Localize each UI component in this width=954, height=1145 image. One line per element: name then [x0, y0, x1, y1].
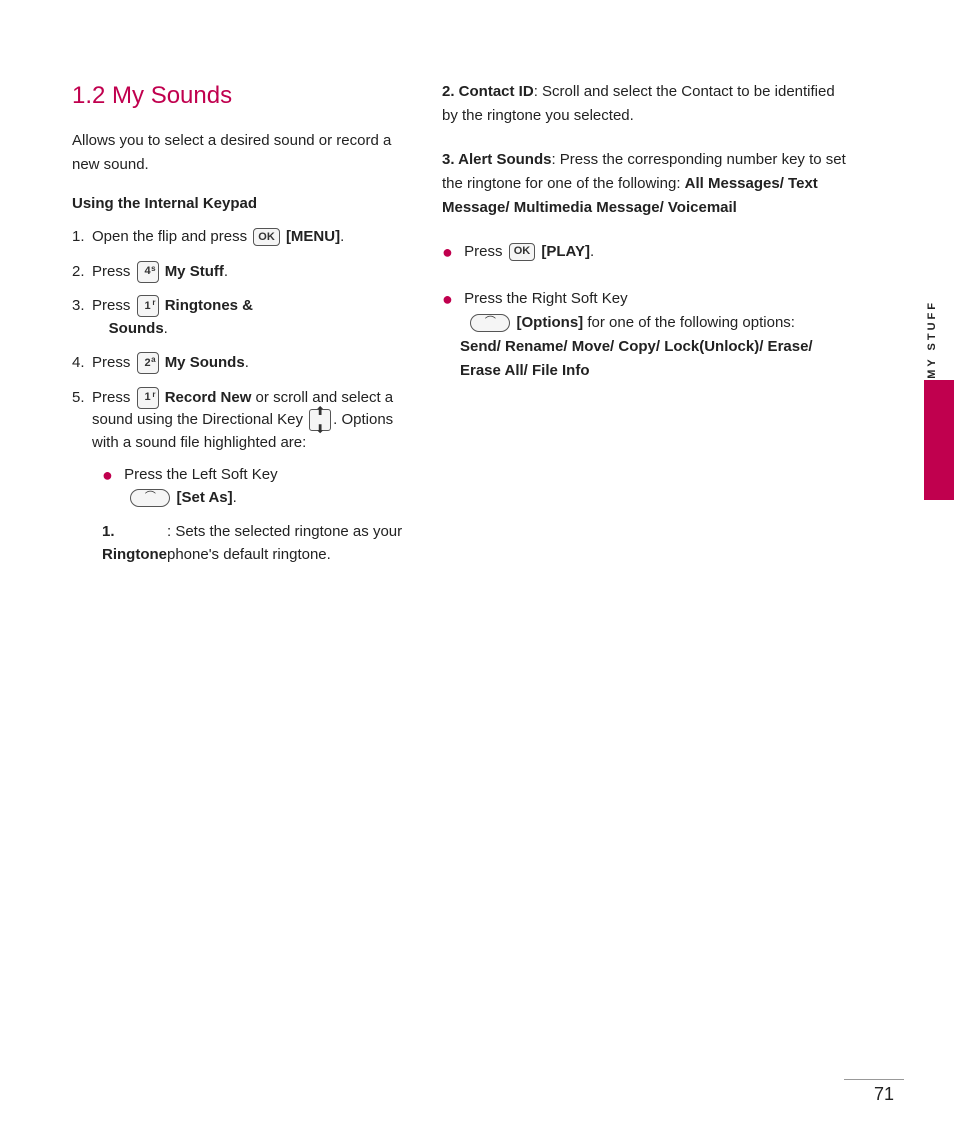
step-3-content: Press 1r Ringtones & Sounds.	[92, 295, 412, 340]
right-bullet-play-text: Press OK [PLAY].	[460, 240, 594, 264]
left-column: 1.2 My Sounds Allows you to select a des…	[72, 80, 412, 590]
step-5: 5. Press 1r Record New or scroll and sel…	[72, 387, 412, 579]
step-4: 4. Press 2a My Sounds.	[72, 352, 412, 375]
sub-step-1: 1. Ringtone: Sets the selected ringtone …	[102, 521, 412, 566]
step-3-num: 3.	[72, 295, 92, 318]
key-1a-icon: 1r	[137, 295, 159, 317]
sub-step-1-bold: 1. Ringtone	[102, 521, 167, 566]
sub-bullet-list: ● Press the Left Soft Key ⌒ [Set As].	[102, 464, 412, 509]
right-step-list: 2. Contact ID: Scroll and select the Con…	[442, 80, 854, 220]
right-bullet-options: ● Press the Right Soft Key ⌒ [Options] f…	[442, 287, 854, 383]
sub-step-list: 1. Ringtone: Sets the selected ringtone …	[102, 521, 412, 566]
step-1-bold: [MENU]	[286, 228, 340, 245]
subsection-heading: Using the Internal Keypad	[72, 195, 412, 212]
sidebar-text: MY STUFF	[926, 300, 954, 379]
sub-bullet-1: ● Press the Left Soft Key ⌒ [Set As].	[102, 464, 412, 509]
page-container: 1.2 My Sounds Allows you to select a des…	[0, 0, 954, 1145]
step-2-content: Press 4s My Stuff.	[92, 261, 412, 284]
right-step-3-num: 3. Alert Sounds: Press the corresponding…	[442, 151, 846, 216]
step-2: 2. Press 4s My Stuff.	[72, 261, 412, 284]
options-list: Send/ Rename/ Move/ Copy/ Lock(Unlock)/ …	[460, 338, 813, 379]
right-bullet-options-text: Press the Right Soft Key ⌒ [Options] for…	[460, 287, 854, 383]
set-as-label: [Set As]	[177, 489, 233, 506]
options-label: [Options]	[517, 314, 584, 331]
sidebar: MY STUFF	[914, 0, 954, 1145]
right-step-2: 2. Contact ID: Scroll and select the Con…	[442, 80, 854, 128]
main-content: 1.2 My Sounds Allows you to select a des…	[0, 0, 914, 1145]
section-title: 1.2 My Sounds	[72, 80, 412, 111]
step-2-bold: My Stuff	[165, 263, 224, 280]
page-number-line	[844, 1079, 904, 1080]
step-4-content: Press 2a My Sounds.	[92, 352, 412, 375]
bullet-dot-1: ●	[102, 462, 120, 489]
step-1: 1. Open the flip and press OK [MENU].	[72, 226, 412, 249]
step-1-num: 1.	[72, 226, 92, 249]
bullet-dot-options: ●	[442, 285, 460, 314]
step-3: 3. Press 1r Ringtones & Sounds.	[72, 295, 412, 340]
step-5-num: 5.	[72, 387, 92, 410]
step-5-content: Press 1r Record New or scroll and select…	[92, 387, 412, 579]
step-4-bold: My Sounds	[165, 354, 245, 371]
right-step-3: 3. Alert Sounds: Press the corresponding…	[442, 148, 854, 220]
dir-key-icon: ⬆⬇	[309, 409, 331, 431]
step-4-num: 4.	[72, 352, 92, 375]
step-5-bold: Record New	[165, 389, 252, 406]
sidebar-tab	[924, 380, 954, 500]
step-2-num: 2.	[72, 261, 92, 284]
step-3-bold: Ringtones & Sounds	[92, 297, 253, 337]
two-column-layout: 1.2 My Sounds Allows you to select a des…	[72, 80, 854, 590]
page-number: 71	[874, 1084, 894, 1105]
key-1b-icon: 1r	[137, 387, 159, 409]
left-soft-key-icon: ⌒	[130, 489, 170, 507]
intro-text: Allows you to select a desired sound or …	[72, 129, 412, 177]
ok-key-icon: OK	[253, 228, 280, 246]
sub-bullet-1-text: Press the Left Soft Key ⌒ [Set As].	[120, 464, 278, 509]
right-soft-key-icon: ⌒	[470, 314, 510, 332]
key-4-icon: 4s	[137, 261, 159, 283]
key-2-icon: 2a	[137, 352, 159, 374]
play-label: [PLAY]	[541, 243, 590, 260]
right-step-2-num: 2. Contact ID: Scroll and select the Con…	[442, 83, 835, 124]
ok-play-key-icon: OK	[509, 243, 536, 261]
step-list: 1. Open the flip and press OK [MENU]. 2.…	[72, 226, 412, 578]
right-bullet-list: ● Press OK [PLAY]. ● Press the Right Sof…	[442, 240, 854, 383]
bullet-dot-play: ●	[442, 238, 460, 267]
step-1-content: Open the flip and press OK [MENU].	[92, 226, 412, 249]
right-bullet-play: ● Press OK [PLAY].	[442, 240, 854, 267]
right-column: 2. Contact ID: Scroll and select the Con…	[442, 80, 854, 590]
